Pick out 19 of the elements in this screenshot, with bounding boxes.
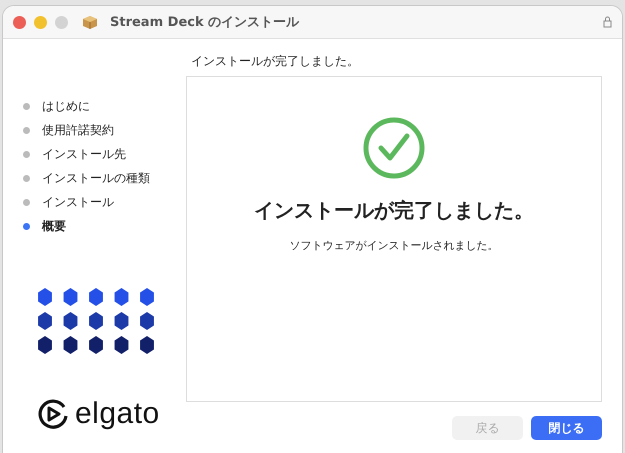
logo-icon <box>37 398 69 430</box>
window-title: Stream Deck のインストール <box>110 14 300 31</box>
brand-name: elgato <box>75 397 160 431</box>
package-icon <box>82 14 98 30</box>
step-label: インストール <box>42 194 114 210</box>
step-label: インストールの種類 <box>42 170 150 186</box>
check-icon <box>363 117 425 179</box>
step-label: インストール先 <box>42 146 126 162</box>
completion-message: ソフトウェアがインストールされました。 <box>290 238 498 253</box>
step-label: 使用許諾契約 <box>42 122 114 138</box>
step-label: はじめに <box>42 98 90 114</box>
minimize-button[interactable] <box>34 16 47 28</box>
completion-title: インストールが完了しました。 <box>254 197 534 224</box>
step-label: 概要 <box>42 218 66 234</box>
page-heading: インストールが完了しました。 <box>191 53 360 70</box>
lock-icon <box>603 16 612 28</box>
zoom-button[interactable] <box>55 16 68 28</box>
close-button[interactable] <box>13 16 26 28</box>
close-button[interactable]: 閉じる <box>531 416 602 440</box>
